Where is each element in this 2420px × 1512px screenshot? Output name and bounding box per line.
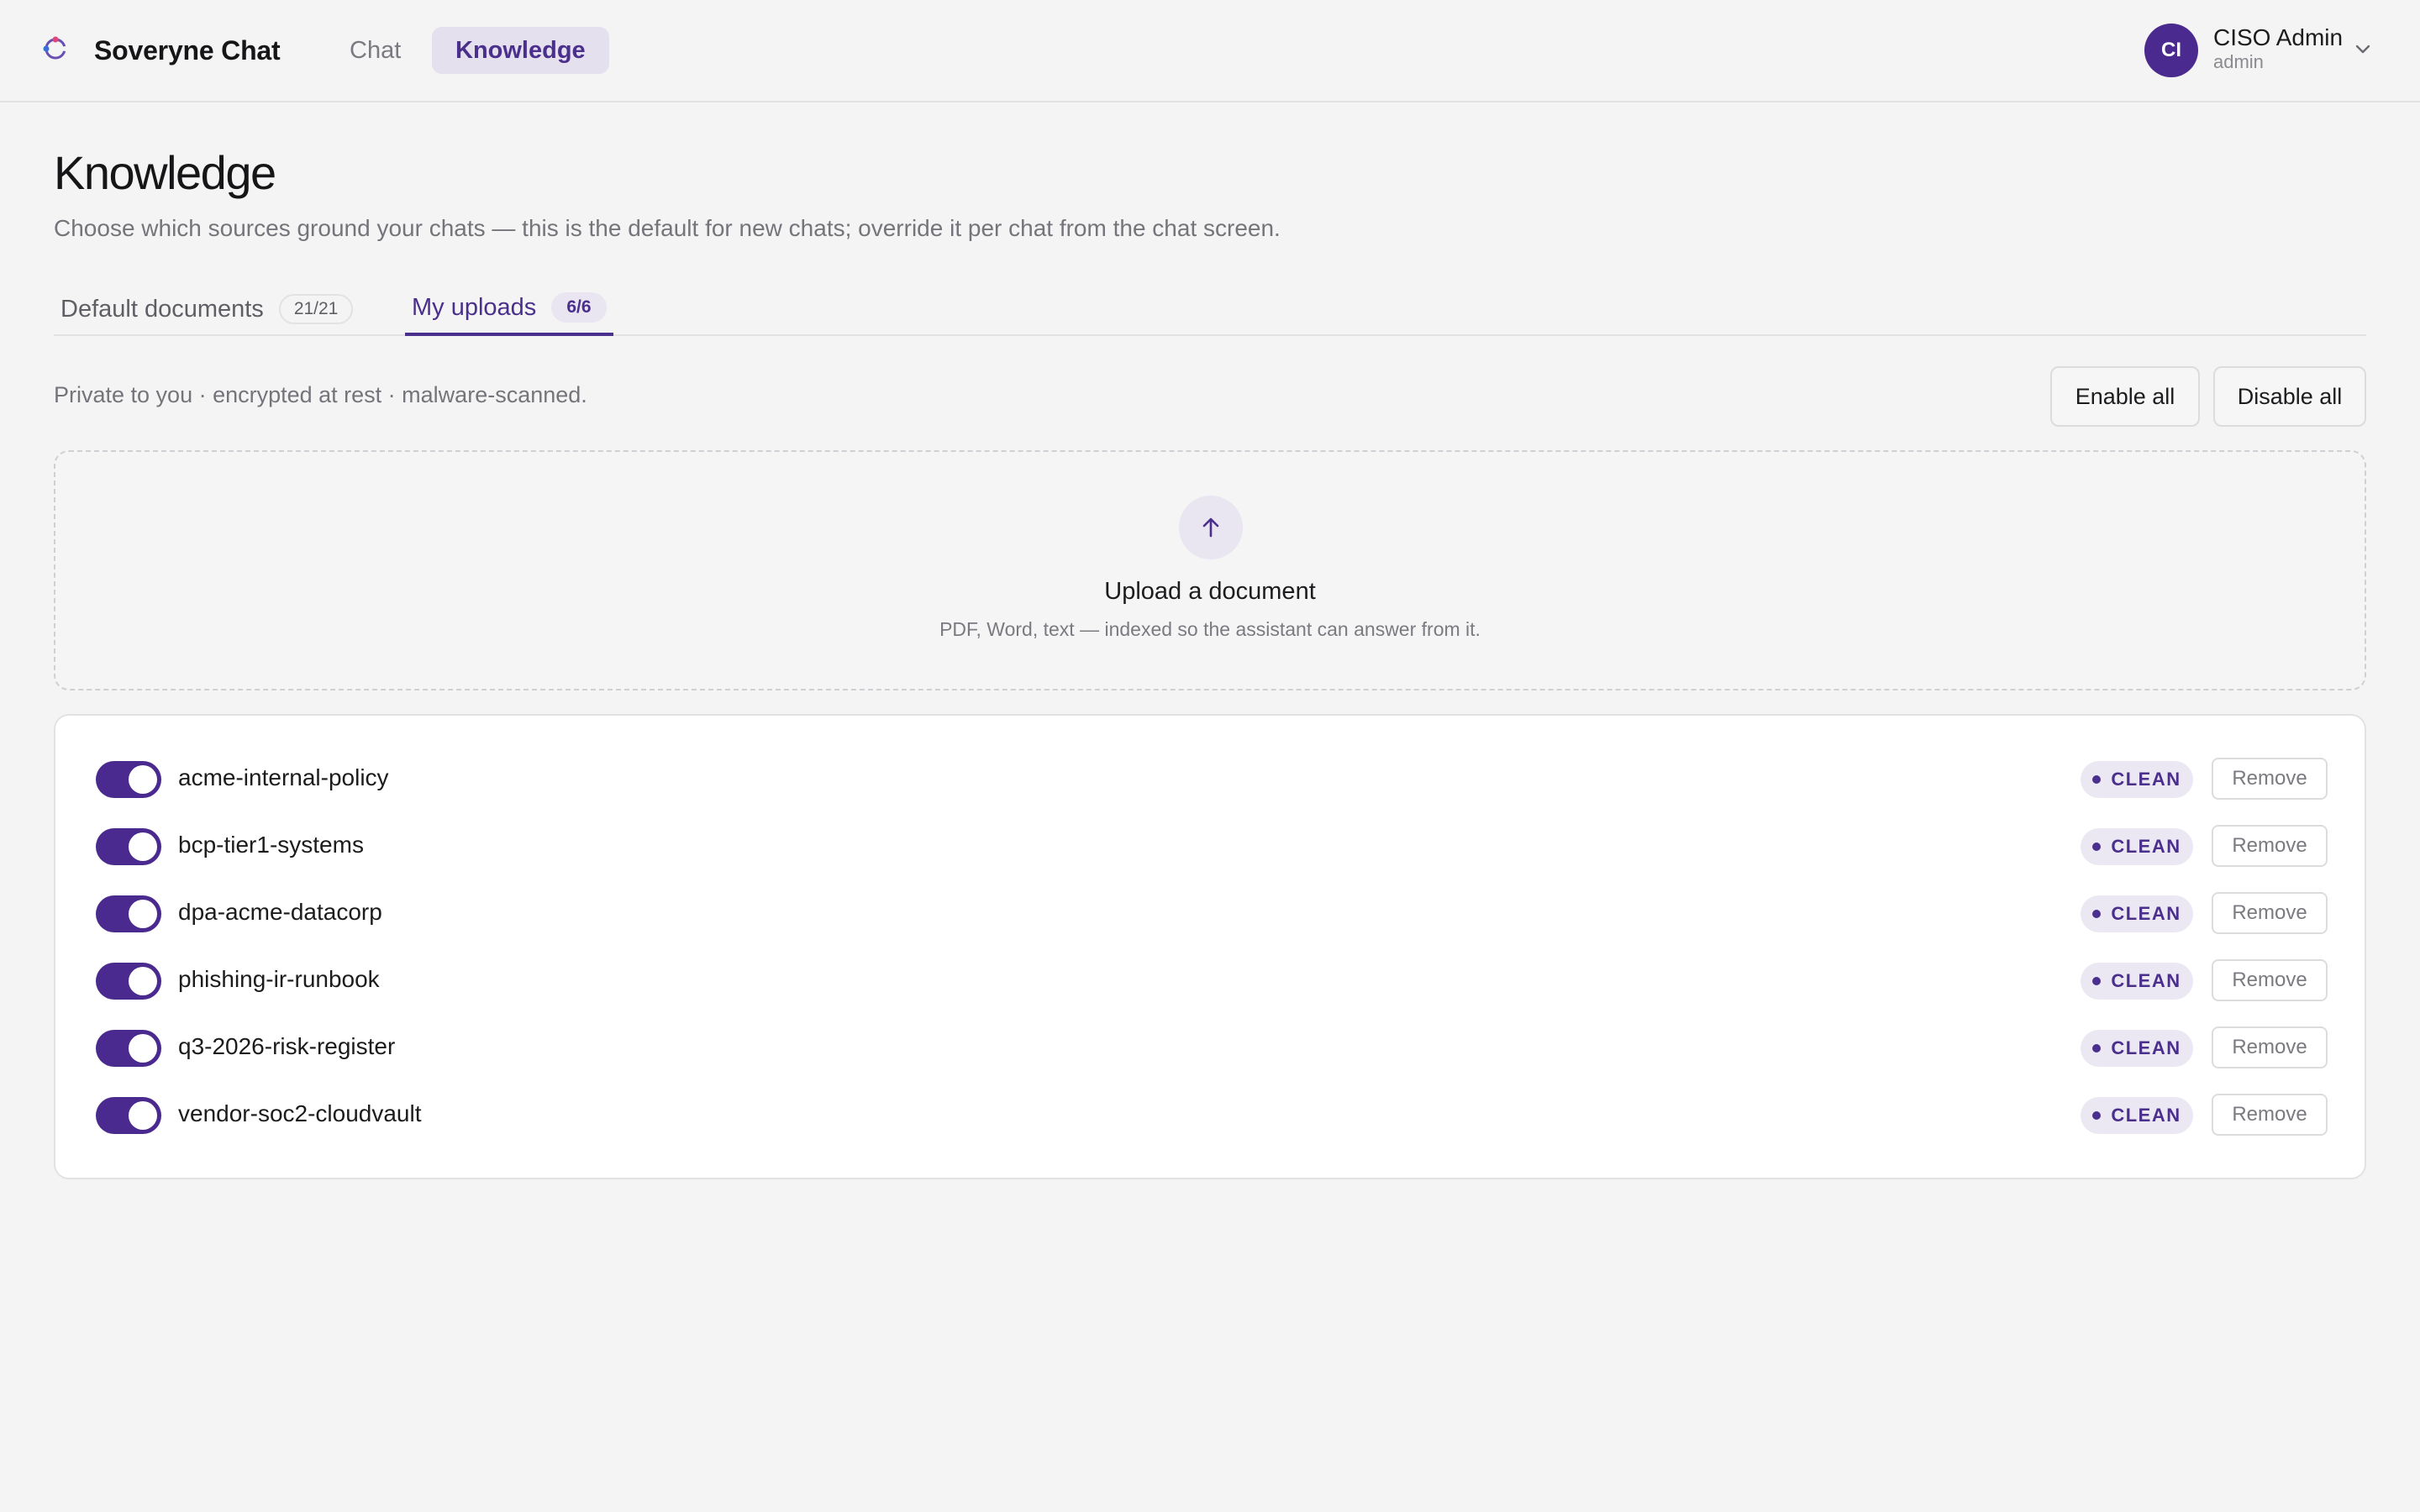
uploads-list: acme-internal-policy CLEAN Remove bcp-ti… — [54, 714, 2366, 1179]
status-label: CLEAN — [2111, 836, 2181, 857]
remove-button[interactable]: Remove — [2212, 825, 2328, 867]
list-item: dpa-acme-datacorp CLEAN Remove — [55, 879, 2365, 946]
tab-count-badge: 21/21 — [278, 294, 354, 324]
document-name: vendor-soc2-cloudvault — [178, 1100, 422, 1126]
status-label: CLEAN — [2111, 903, 2181, 924]
tabs-divider — [54, 334, 2366, 336]
status-badge: CLEAN — [2081, 828, 2193, 865]
status-dot-icon — [2092, 843, 2102, 851]
disable-all-button[interactable]: Disable all — [2213, 366, 2366, 427]
status-dot-icon — [2092, 977, 2102, 985]
remove-button[interactable]: Remove — [2212, 758, 2328, 800]
list-item: acme-internal-policy CLEAN Remove — [55, 744, 2365, 811]
arrow-up-icon — [1202, 517, 1219, 538]
toggle-knob — [129, 765, 157, 794]
page-title: Knowledge — [54, 146, 276, 199]
remove-button[interactable]: Remove — [2212, 892, 2328, 934]
user-avatar[interactable]: CI — [2144, 24, 2198, 77]
document-toggle[interactable] — [96, 828, 161, 865]
document-toggle[interactable] — [96, 1097, 161, 1134]
top-navigation-bar: Soveryne Chat Chat Knowledge CI CISO Adm… — [0, 0, 2420, 102]
document-toggle[interactable] — [96, 1030, 161, 1067]
status-label: CLEAN — [2111, 970, 2181, 991]
document-name: phishing-ir-runbook — [178, 966, 380, 992]
document-toggle[interactable] — [96, 963, 161, 1000]
document-name: q3-2026-risk-register — [178, 1033, 396, 1059]
list-item: q3-2026-risk-register CLEAN Remove — [55, 1013, 2365, 1080]
toggle-knob — [129, 967, 157, 995]
upload-hint: PDF, Word, text — indexed so the assista… — [939, 618, 1481, 640]
status-dot-icon — [2092, 910, 2102, 918]
status-label: CLEAN — [2111, 769, 2181, 790]
status-badge: CLEAN — [2081, 761, 2193, 798]
user-name[interactable]: CISO Admin — [2213, 24, 2343, 52]
upload-button[interactable] — [1179, 496, 1243, 559]
upload-title: Upload a document — [1104, 578, 1316, 605]
status-badge: CLEAN — [2081, 1030, 2193, 1067]
toggle-knob — [129, 900, 157, 928]
status-label: CLEAN — [2111, 1105, 2181, 1126]
toggle-knob — [129, 1034, 157, 1063]
remove-button[interactable]: Remove — [2212, 959, 2328, 1001]
remove-button[interactable]: Remove — [2212, 1094, 2328, 1136]
list-item: phishing-ir-runbook CLEAN Remove — [55, 946, 2365, 1013]
tab-label: My uploads — [412, 293, 537, 321]
nav-tab-chat[interactable]: Chat — [326, 27, 424, 74]
privacy-note: Private to you · encrypted at rest · mal… — [54, 382, 587, 407]
status-dot-icon — [2092, 775, 2102, 784]
document-name: dpa-acme-datacorp — [178, 899, 382, 925]
logo-icon[interactable] — [39, 32, 72, 66]
document-name: bcp-tier1-systems — [178, 832, 364, 858]
nav-tab-knowledge[interactable]: Knowledge — [432, 27, 609, 74]
tab-count-badge: 6/6 — [551, 292, 607, 323]
toggle-knob — [129, 832, 157, 861]
status-dot-icon — [2092, 1044, 2102, 1053]
enable-all-button[interactable]: Enable all — [2050, 366, 2200, 427]
status-badge: CLEAN — [2081, 1097, 2193, 1134]
list-item: bcp-tier1-systems CLEAN Remove — [55, 811, 2365, 879]
tab-my-uploads[interactable]: My uploads 6/6 — [405, 282, 613, 336]
status-badge: CLEAN — [2081, 963, 2193, 1000]
status-dot-icon — [2092, 1111, 2102, 1120]
toggle-knob — [129, 1101, 157, 1130]
document-name: acme-internal-policy — [178, 764, 389, 790]
user-role: admin — [2213, 51, 2264, 72]
chevron-down-icon[interactable] — [2351, 37, 2375, 60]
status-label: CLEAN — [2111, 1037, 2181, 1058]
status-badge: CLEAN — [2081, 895, 2193, 932]
page-subtitle: Choose which sources ground your chats —… — [54, 215, 1281, 241]
remove-button[interactable]: Remove — [2212, 1026, 2328, 1068]
upload-dropzone[interactable]: Upload a document PDF, Word, text — inde… — [54, 450, 2366, 690]
tab-default-documents[interactable]: Default documents 21/21 — [54, 282, 360, 336]
tab-label: Default documents — [60, 295, 264, 323]
document-toggle[interactable] — [96, 761, 161, 798]
document-toggle[interactable] — [96, 895, 161, 932]
list-item: vendor-soc2-cloudvault CLEAN Remove — [55, 1080, 2365, 1147]
brand-name[interactable]: Soveryne Chat — [94, 32, 281, 69]
